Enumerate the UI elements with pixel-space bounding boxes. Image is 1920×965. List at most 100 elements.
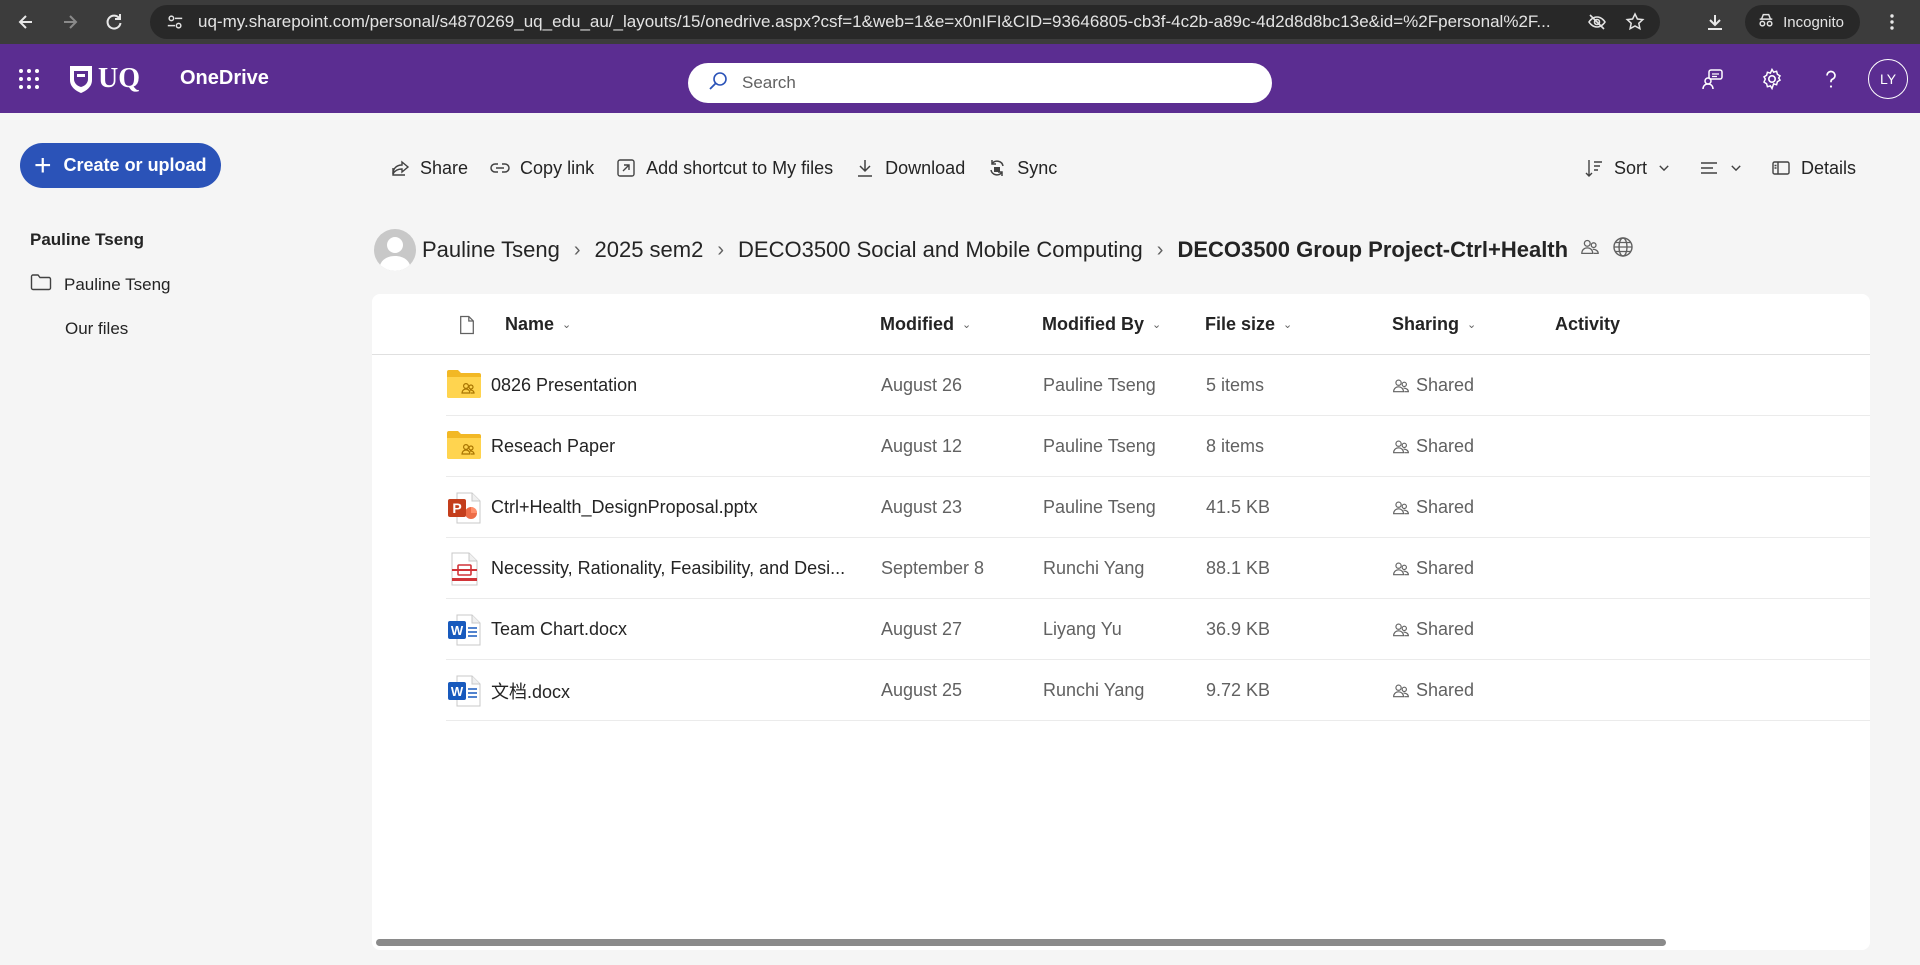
table-row[interactable]: P Ctrl+Health_DesignProposal.pptx August… <box>446 477 1870 538</box>
site-info-icon[interactable] <box>162 9 188 35</box>
eye-off-icon[interactable] <box>1580 5 1614 39</box>
sharing-status[interactable]: Shared <box>1392 416 1474 477</box>
file-name[interactable]: Ctrl+Health_DesignProposal.pptx <box>491 477 758 538</box>
share-button[interactable]: Share <box>390 158 468 179</box>
help-question-icon[interactable] <box>1801 44 1860 113</box>
file-type-icon[interactable] <box>458 294 476 355</box>
sharing-status[interactable]: Shared <box>1392 477 1474 538</box>
share-feedback-icon[interactable] <box>1683 44 1742 113</box>
nav-item-pauline-tseng[interactable]: Pauline Tseng <box>30 273 171 296</box>
chevron-down-icon: ⌄ <box>562 319 572 331</box>
view-options-button[interactable] <box>1699 158 1743 178</box>
chevron-right-icon: › <box>717 238 725 261</box>
breadcrumb-current: DECO3500 Group Project-Ctrl+Health <box>1177 237 1569 262</box>
shared-people-icon[interactable] <box>1580 237 1600 263</box>
add-shortcut-button[interactable]: Add shortcut to My files <box>616 158 833 179</box>
download-icon[interactable] <box>1693 0 1737 44</box>
table-row[interactable]: Necessity, Rationality, Feasibility, and… <box>446 538 1870 599</box>
chevron-down-icon: ⌄ <box>962 319 972 331</box>
file-name[interactable]: Necessity, Rationality, Feasibility, and… <box>491 538 845 599</box>
details-button[interactable]: Details <box>1771 158 1856 179</box>
powerpoint-icon: P <box>446 491 482 525</box>
app-name[interactable]: OneDrive <box>180 67 269 90</box>
file-size: 5 items <box>1206 375 1265 395</box>
download-button[interactable]: Download <box>855 158 965 179</box>
modified-by: Pauline Tseng <box>1043 497 1156 517</box>
shortcut-icon <box>617 159 635 177</box>
shared-people-icon <box>1393 684 1409 697</box>
file-size: 9.72 KB <box>1206 680 1271 700</box>
table-row[interactable]: W Team Chart.docx August 27 Liyang Yu 36… <box>446 599 1870 660</box>
sharing-status[interactable]: Shared <box>1392 599 1474 660</box>
nav-item-label: Our files <box>65 319 129 338</box>
uq-logo[interactable]: UQ <box>68 63 140 95</box>
file-name[interactable]: 文档.docx <box>491 660 570 721</box>
sharing-status[interactable]: Shared <box>1392 355 1474 416</box>
download-icon <box>858 160 873 177</box>
url-text[interactable]: uq-my.sharepoint.com/personal/s4870269_u… <box>198 12 1576 32</box>
column-header-name[interactable]: Name ⌄ <box>505 294 571 355</box>
copy-link-button[interactable]: Copy link <box>490 158 594 179</box>
chevron-down-icon: ⌄ <box>1283 319 1293 331</box>
back-icon[interactable] <box>4 0 48 44</box>
svg-text:W: W <box>451 623 464 638</box>
reload-icon[interactable] <box>92 0 136 44</box>
shared-people-icon <box>1393 440 1409 453</box>
app-launcher-icon[interactable] <box>0 44 58 113</box>
add-shortcut-label: Add shortcut to My files <box>646 157 834 178</box>
horizontal-scrollbar[interactable] <box>376 939 1666 946</box>
file-name[interactable]: 0826 Presentation <box>491 355 637 416</box>
folder-icon <box>30 273 52 296</box>
browser-menu-icon[interactable] <box>1870 0 1914 44</box>
modified-date: August 23 <box>881 497 963 517</box>
sharing-status[interactable]: Shared <box>1392 538 1474 599</box>
sort-label: Sort <box>1613 157 1647 178</box>
file-name[interactable]: Reseach Paper <box>491 416 615 477</box>
modified-by: Pauline Tseng <box>1043 436 1156 456</box>
sync-label: Sync <box>1017 157 1058 178</box>
uq-logo-text: UQ <box>98 62 140 94</box>
user-avatar[interactable]: LY <box>1868 58 1908 99</box>
sort-button[interactable]: Sort <box>1584 158 1671 179</box>
forward-icon[interactable] <box>48 0 92 44</box>
bookmark-star-icon[interactable] <box>1618 5 1652 39</box>
word-icon: W <box>446 674 482 708</box>
column-header-modified-by[interactable]: Modified By ⌄ <box>1042 294 1161 355</box>
column-label: Modified By <box>1042 314 1144 334</box>
breadcrumb-item[interactable]: Pauline Tseng <box>422 237 560 263</box>
column-header-sharing[interactable]: Sharing ⌄ <box>1392 294 1476 355</box>
modified-date: August 27 <box>881 619 963 639</box>
table-row[interactable]: 0826 Presentation August 26 Pauline Tsen… <box>446 355 1870 416</box>
sync-icon <box>990 160 1004 176</box>
sync-button[interactable]: Sync <box>987 158 1057 179</box>
file-size: 8 items <box>1206 436 1265 456</box>
browser-toolbar: uq-my.sharepoint.com/personal/s4870269_u… <box>0 0 1920 44</box>
breadcrumb-item[interactable]: DECO3500 Social and Mobile Computing <box>738 237 1143 263</box>
column-header-activity[interactable]: Activity <box>1555 294 1620 355</box>
globe-icon[interactable] <box>1612 236 1634 264</box>
create-or-upload-button[interactable]: + Create or upload <box>20 143 221 188</box>
file-size: 41.5 KB <box>1206 497 1271 517</box>
column-label: Modified <box>880 314 954 334</box>
modified-by: Runchi Yang <box>1043 680 1145 700</box>
breadcrumb-item[interactable]: 2025 sem2 <box>594 237 703 263</box>
table-row[interactable]: W 文档.docx August 25 Runchi Yang 9.72 KB … <box>446 660 1870 721</box>
incognito-badge[interactable]: Incognito <box>1745 5 1860 39</box>
modified-by: Pauline Tseng <box>1043 375 1156 395</box>
sharing-status[interactable]: Shared <box>1392 660 1474 721</box>
sharing-label: Shared <box>1416 619 1475 639</box>
search-input[interactable] <box>742 73 1222 93</box>
modified-date: August 12 <box>881 436 963 456</box>
copy-link-label: Copy link <box>520 157 595 178</box>
settings-gear-icon[interactable] <box>1742 44 1801 113</box>
file-name[interactable]: Team Chart.docx <box>491 599 627 660</box>
shared-people-icon <box>1393 623 1409 636</box>
column-header-modified[interactable]: Modified ⌄ <box>880 294 971 355</box>
address-bar[interactable]: uq-my.sharepoint.com/personal/s4870269_u… <box>150 5 1660 39</box>
table-row[interactable]: Reseach Paper August 12 Pauline Tseng 8 … <box>446 416 1870 477</box>
column-header-file-size[interactable]: File size ⌄ <box>1205 294 1292 355</box>
share-label: Share <box>420 157 469 178</box>
search-box[interactable] <box>688 63 1272 103</box>
nav-item-our-files[interactable]: Our files <box>65 319 128 339</box>
sort-icon <box>1585 160 1602 177</box>
